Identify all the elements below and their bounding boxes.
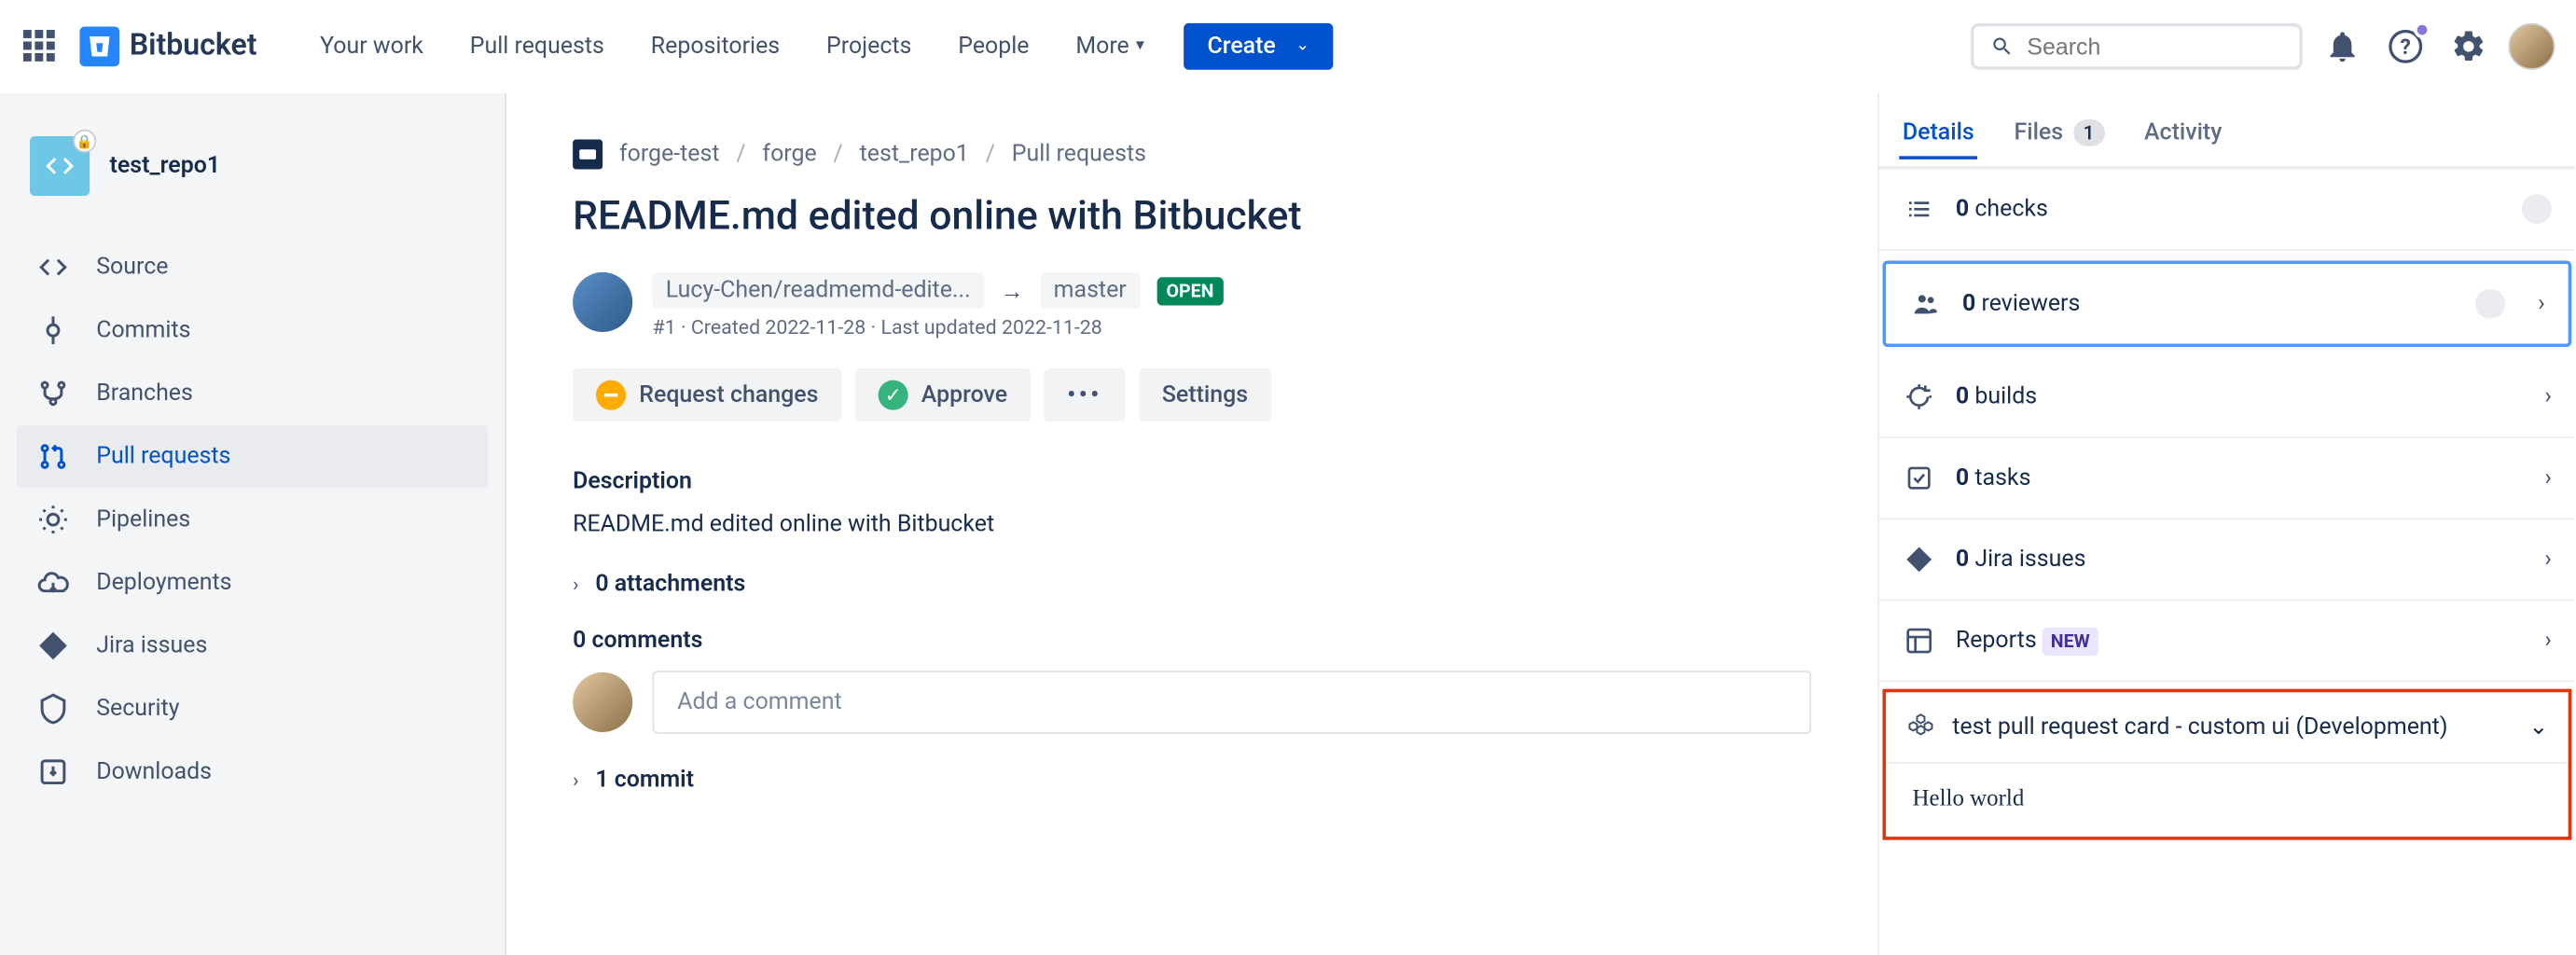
nav-pull-requests[interactable]: Pull requests [453, 22, 621, 69]
task-icon [1903, 462, 1936, 495]
panel-reports[interactable]: Reports NEW › [1879, 601, 2575, 682]
tab-details[interactable]: Details [1899, 109, 1977, 159]
new-badge: NEW [2043, 628, 2098, 656]
create-button[interactable]: Create ⌄ [1184, 22, 1333, 69]
check-circle-icon: ✓ [879, 381, 908, 410]
main-content: forge-test / forge / test_repo1 / Pull r… [506, 93, 1877, 955]
status-badge: OPEN [1156, 276, 1224, 304]
sidebar-item-security[interactable]: Security [17, 677, 489, 740]
nav-your-work[interactable]: Your work [303, 22, 439, 69]
lock-icon: 🔒 [73, 130, 96, 153]
chevron-right-icon: › [2544, 464, 2552, 491]
approve-button[interactable]: ✓Approve [855, 368, 1031, 422]
breadcrumb-link[interactable]: Pull requests [1012, 141, 1146, 167]
help-icon[interactable]: ? [2382, 22, 2429, 69]
nav-more[interactable]: More▾ [1059, 22, 1161, 69]
sidebar-item-commits[interactable]: Commits [17, 298, 489, 362]
people-icon [1909, 287, 1943, 321]
custom-card-body: Hello world [1886, 764, 2569, 837]
svg-text:?: ? [2401, 34, 2411, 59]
breadcrumb: forge-test / forge / test_repo1 / Pull r… [573, 140, 1811, 170]
jira-icon [1903, 543, 1936, 576]
bitbucket-logo[interactable]: Bitbucket [79, 26, 256, 66]
request-changes-button[interactable]: Request changes [573, 368, 841, 422]
comments-label: 0 comments [573, 628, 1811, 654]
pr-meta-text: #1 · Created 2022-11-28 · Last updated 2… [653, 315, 1225, 339]
chevron-right-icon: › [573, 573, 578, 596]
settings-icon[interactable] [2445, 22, 2492, 69]
list-icon [1903, 192, 1936, 226]
description-text: README.md edited online with Bitbucket [573, 511, 1811, 537]
repo-header[interactable]: 🔒 test_repo1 [17, 126, 489, 205]
chevron-right-icon: › [573, 768, 578, 792]
custom-card-highlighted: test pull request card - custom ui (Deve… [1883, 689, 2572, 840]
breadcrumb-link[interactable]: forge-test [619, 141, 720, 167]
chevron-down-icon: ⌄ [2528, 713, 2548, 740]
tab-activity[interactable]: Activity [2140, 109, 2225, 159]
target-branch[interactable]: master [1040, 272, 1140, 309]
breadcrumb-link[interactable]: forge [762, 141, 816, 167]
comment-input[interactable]: Add a comment [653, 671, 1811, 734]
search-icon [1990, 33, 2014, 59]
pr-title: README.md edited online with Bitbucket [573, 192, 1811, 239]
repo-icon: 🔒 [30, 136, 90, 196]
arrow-right-icon: → [1001, 276, 1024, 304]
chevron-down-icon: ⌄ [1295, 36, 1309, 55]
app-switcher-icon[interactable] [20, 26, 60, 66]
sidebar-item-source[interactable]: Source [17, 236, 489, 299]
project-icon [573, 140, 602, 170]
breadcrumb-link[interactable]: test_repo1 [860, 141, 969, 167]
panel-checks[interactable]: 0 checks [1879, 170, 2575, 251]
app-icon [1905, 713, 1935, 742]
more-actions-button[interactable]: ••• [1044, 368, 1125, 422]
nav-people[interactable]: People [941, 22, 1046, 69]
right-panel: Details Files1 Activity 0 checks 0 revie… [1877, 93, 2575, 955]
status-dot [2475, 289, 2505, 319]
sidebar-item-pipelines[interactable]: Pipelines [17, 488, 489, 551]
comment-avatar [573, 672, 632, 732]
sidebar-item-branches[interactable]: Branches [17, 362, 489, 425]
custom-card-header[interactable]: test pull request card - custom ui (Deve… [1886, 692, 2569, 764]
files-count-badge: 1 [2073, 119, 2105, 145]
chevron-right-icon: › [2544, 628, 2552, 654]
sidebar: 🔒 test_repo1 Source Commits Branches Pul… [0, 93, 506, 955]
source-branch[interactable]: Lucy-Chen/readmemd-edite... [653, 272, 984, 309]
attachments-section[interactable]: ›0 attachments [573, 571, 1811, 597]
builds-icon [1903, 381, 1936, 414]
chevron-down-icon: ▾ [1136, 36, 1144, 55]
nav-repositories[interactable]: Repositories [634, 22, 796, 69]
panel-tasks[interactable]: 0 tasks › [1879, 438, 2575, 519]
reports-icon [1903, 624, 1936, 657]
sidebar-item-deployments[interactable]: Deployments [17, 551, 489, 615]
panel-tabs: Details Files1 Activity [1879, 109, 2575, 169]
panel-reviewers[interactable]: 0 reviewers › [1883, 260, 2572, 347]
user-avatar[interactable] [2509, 22, 2555, 69]
nav-projects[interactable]: Projects [810, 22, 928, 69]
chevron-right-icon: › [2544, 547, 2552, 573]
repo-name: test_repo1 [109, 153, 220, 179]
minus-circle-icon [596, 381, 626, 410]
settings-button[interactable]: Settings [1139, 368, 1271, 422]
tab-files[interactable]: Files1 [2011, 109, 2108, 159]
commits-section[interactable]: ›1 commit [573, 767, 1811, 793]
panel-jira[interactable]: 0 Jira issues › [1879, 519, 2575, 601]
logo-text: Bitbucket [130, 28, 257, 62]
custom-card-title: test pull request card - custom ui (Deve… [1952, 713, 2447, 740]
notifications-icon[interactable] [2320, 22, 2366, 69]
panel-builds[interactable]: 0 builds › [1879, 357, 2575, 438]
search-input[interactable] [1971, 22, 2303, 69]
sidebar-item-downloads[interactable]: Downloads [17, 740, 489, 804]
description-label: Description [573, 468, 1811, 494]
sidebar-item-jira[interactable]: Jira issues [17, 615, 489, 678]
sidebar-item-pull-requests[interactable]: Pull requests [17, 425, 489, 489]
top-nav: Bitbucket Your work Pull requests Reposi… [0, 0, 2575, 93]
chevron-right-icon: › [2544, 383, 2552, 409]
author-avatar[interactable] [573, 272, 632, 332]
status-dot [2522, 194, 2552, 224]
search-field[interactable] [2027, 33, 2282, 59]
chevron-right-icon: › [2538, 291, 2545, 317]
